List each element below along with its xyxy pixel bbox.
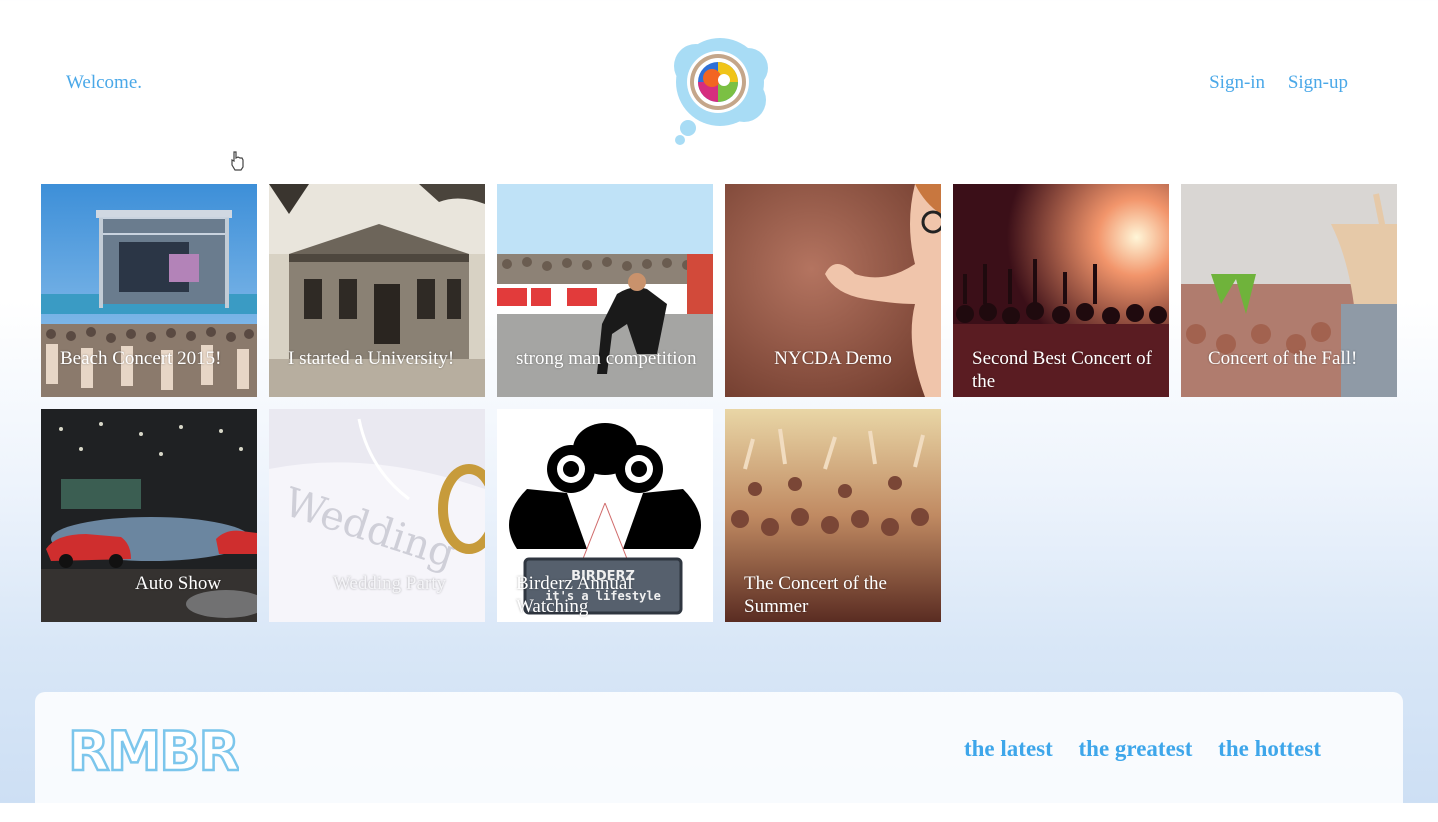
nav-the-greatest[interactable]: the greatest: [1079, 736, 1193, 761]
tile-label: Auto Show: [135, 573, 222, 594]
footer-nav: the latest the greatest the hottest: [944, 736, 1321, 762]
event-tile-birderz[interactable]: BIRDERZ it's a lifestyle Birderz Annual …: [497, 409, 713, 622]
event-tile-second-best-concert[interactable]: Second Best Concert of the: [953, 184, 1169, 397]
tile-label: Wedding Party: [333, 573, 446, 594]
event-tile-auto-show[interactable]: Auto Show: [41, 409, 257, 622]
event-tile-concert-summer[interactable]: The Concert of the Summer: [725, 409, 941, 622]
event-tile-university[interactable]: I started a University!: [269, 184, 485, 397]
tile-label: Second Best Concert of the: [972, 348, 1152, 392]
event-tile-beach-concert[interactable]: Beach Concert 2015!: [41, 184, 257, 397]
site-header: Welcome. Sign-in Sign-up: [0, 0, 1438, 171]
tile-label: strong man competition: [516, 348, 697, 369]
welcome-text: Welcome.: [66, 72, 143, 93]
thought-bubble-logo-icon[interactable]: [668, 34, 772, 148]
event-tile-concert-fall[interactable]: Concert of the Fall!: [1181, 184, 1397, 397]
event-tile-nycda-demo[interactable]: NYCDA Demo: [725, 184, 941, 397]
rmbr-logo[interactable]: RMBR: [67, 722, 239, 780]
signin-link[interactable]: Sign-in: [1209, 72, 1265, 93]
tile-label: Concert of the Fall!: [1208, 348, 1358, 369]
event-tile-strong-man[interactable]: strong man competition: [497, 184, 713, 397]
pointer-cursor-icon: [231, 151, 244, 171]
tile-label: Birderz Annual Watching: [516, 573, 633, 617]
tile-label: I started a University!: [288, 348, 455, 369]
tile-label: The Concert of the Summer: [744, 573, 887, 617]
signup-link[interactable]: Sign-up: [1288, 72, 1348, 93]
tile-label: Beach Concert 2015!: [60, 348, 222, 369]
rmbr-logo-text: RMBR: [68, 722, 239, 780]
tile-label: NYCDA Demo: [774, 348, 892, 369]
nav-the-latest[interactable]: the latest: [964, 736, 1053, 761]
nav-the-hottest[interactable]: the hottest: [1218, 736, 1321, 761]
event-tile-wedding-party[interactable]: Wedding Wedding Party: [269, 409, 485, 622]
auth-links: Sign-in Sign-up: [1191, 72, 1348, 94]
